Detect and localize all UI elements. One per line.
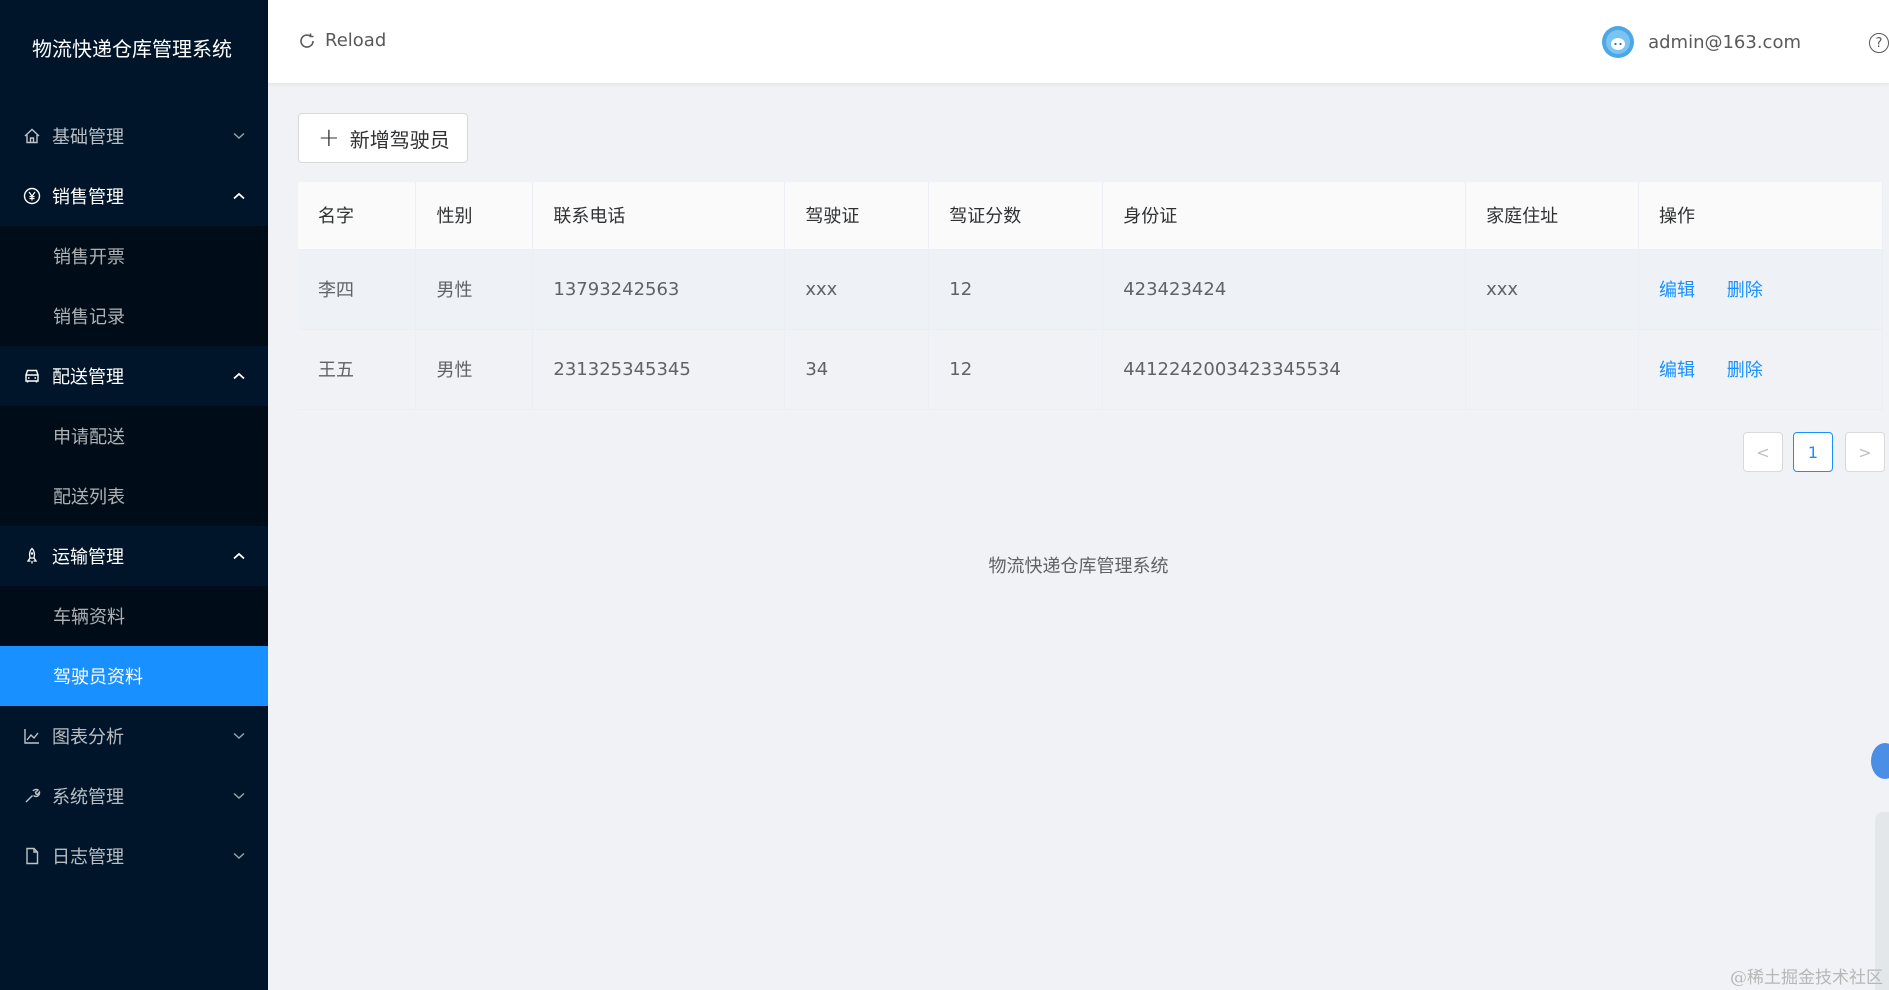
sidebar: 物流快递仓库管理系统 基础管理 销售管理 销售开票 销售记录 配送管理 申请配送… — [0, 0, 268, 990]
menu-charts[interactable]: 图表分析 — [0, 706, 268, 766]
cell-name: 王五 — [298, 329, 417, 410]
cell-address — [1465, 329, 1640, 410]
submenu-vehicles[interactable]: 车辆资料 — [0, 586, 268, 646]
cell-license: 34 — [784, 329, 930, 410]
file-icon — [22, 846, 42, 866]
footer-text: 物流快递仓库管理系统 — [988, 556, 1169, 577]
cell-id-card: 423423424 — [1102, 249, 1467, 330]
plus-icon: + — [318, 123, 340, 153]
header-address: 家庭住址 — [1465, 182, 1640, 250]
menu-label: 日志管理 — [52, 847, 124, 868]
cell-address: xxx — [1465, 249, 1640, 330]
chevron-up-icon — [232, 189, 246, 203]
table-row: 王五 男性 231325345345 34 12 441224200342334… — [298, 329, 1883, 410]
header-phone: 联系电话 — [532, 182, 786, 250]
menu-label: 销售管理 — [52, 187, 124, 208]
pagination-prev-button[interactable]: < — [1743, 432, 1783, 472]
wrench-icon — [22, 786, 42, 806]
add-driver-button[interactable]: + 新增驾驶员 — [298, 113, 468, 163]
header-license-score: 驾证分数 — [928, 182, 1104, 250]
menu-basic[interactable]: 基础管理 — [0, 106, 268, 166]
menu-label: 系统管理 — [52, 787, 124, 808]
edit-link[interactable]: 编辑 — [1659, 360, 1695, 381]
yen-icon — [22, 186, 42, 206]
menu-label: 基础管理 — [52, 127, 124, 148]
menu-label: 运输管理 — [52, 547, 124, 568]
menu-logs[interactable]: 日志管理 — [0, 826, 268, 886]
delete-link[interactable]: 删除 — [1727, 280, 1763, 301]
menu-system[interactable]: 系统管理 — [0, 766, 268, 826]
table-header-row: 名字 性别 联系电话 驾驶证 驾证分数 身份证 家庭住址 操作 — [298, 182, 1883, 250]
edit-link[interactable]: 编辑 — [1659, 280, 1695, 301]
menu-label: 配送管理 — [52, 367, 124, 388]
reload-button[interactable]: Reload — [298, 30, 386, 51]
top-header: Reload admin@163.com ? — [268, 0, 1889, 83]
cell-phone: 13793242563 — [532, 249, 786, 330]
submenu-delivery-list[interactable]: 配送列表 — [0, 466, 268, 526]
menu-delivery[interactable]: 配送管理 — [0, 346, 268, 406]
menu-sales[interactable]: 销售管理 — [0, 166, 268, 226]
menu-label: 图表分析 — [52, 727, 124, 748]
delete-link[interactable]: 删除 — [1727, 360, 1763, 381]
chart-icon — [22, 726, 42, 746]
help-icon[interactable]: ? — [1869, 33, 1889, 53]
pagination-page-1[interactable]: 1 — [1793, 432, 1833, 472]
cell-license-score: 12 — [928, 329, 1104, 410]
chevron-up-icon — [232, 369, 246, 383]
cell-name: 李四 — [298, 249, 417, 330]
chevron-down-icon — [232, 129, 246, 143]
submenu-apply-delivery[interactable]: 申请配送 — [0, 406, 268, 466]
avatar — [1602, 26, 1635, 58]
chevron-up-icon — [232, 549, 246, 563]
header-id-card: 身份证 — [1102, 182, 1467, 250]
cell-gender: 男性 — [415, 249, 534, 330]
floating-action-button[interactable] — [1871, 743, 1889, 779]
chevron-down-icon — [232, 789, 246, 803]
drivers-table: 名字 性别 联系电话 驾驶证 驾证分数 身份证 家庭住址 操作 李四 男性 13… — [298, 182, 1883, 410]
cell-actions: 编辑 删除 — [1638, 329, 1883, 410]
rocket-icon — [22, 546, 42, 566]
submenu-sales-invoice[interactable]: 销售开票 — [0, 226, 268, 286]
user-menu[interactable]: admin@163.com — [1602, 26, 1801, 58]
watermark: @稀土掘金技术社区 — [1730, 968, 1883, 988]
pagination-next-button[interactable]: > — [1845, 432, 1885, 472]
reload-label: Reload — [325, 30, 387, 51]
user-email: admin@163.com — [1648, 31, 1801, 53]
cell-phone: 231325345345 — [532, 329, 786, 410]
header-gender: 性别 — [415, 182, 534, 250]
reload-icon — [300, 33, 314, 48]
add-driver-label: 新增驾驶员 — [349, 127, 450, 152]
cell-license-score: 12 — [928, 249, 1104, 330]
table-row: 李四 男性 13793242563 xxx 12 423423424 xxx 编… — [298, 249, 1883, 330]
submenu-sales-records[interactable]: 销售记录 — [0, 286, 268, 346]
car-icon — [22, 366, 42, 386]
cell-license: xxx — [784, 249, 930, 330]
header-actions: 操作 — [1638, 182, 1883, 250]
chevron-down-icon — [232, 849, 246, 863]
header-name: 名字 — [298, 182, 417, 250]
submenu-drivers[interactable]: 驾驶员资料 — [0, 646, 268, 706]
app-title: 物流快递仓库管理系统 — [32, 37, 232, 61]
menu-transport[interactable]: 运输管理 — [0, 526, 268, 586]
cell-gender: 男性 — [415, 329, 534, 410]
home-icon — [22, 126, 42, 146]
header-license: 驾驶证 — [784, 182, 930, 250]
chevron-down-icon — [232, 729, 246, 743]
cell-actions: 编辑 删除 — [1638, 249, 1883, 330]
cell-id-card: 4412242003423345534 — [1102, 329, 1467, 410]
